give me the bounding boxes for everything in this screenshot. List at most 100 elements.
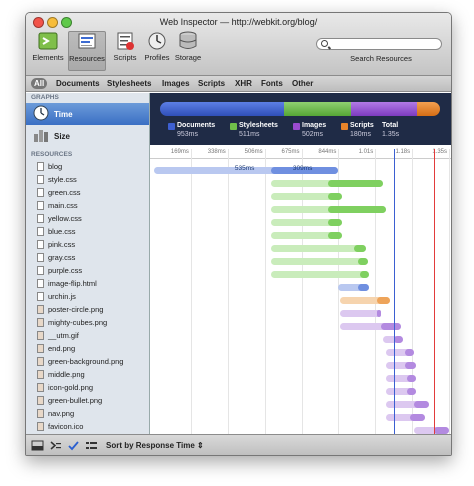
resource-list: blog style.css green.css main.css yellow.css… [26, 160, 149, 433]
file-icon [37, 188, 44, 197]
timeline-bar-response [376, 297, 390, 304]
resource-item[interactable]: mighty-cubes.png [26, 316, 149, 329]
timeline-bar[interactable] [385, 401, 430, 408]
scope-all[interactable]: All [31, 78, 48, 89]
timeline-bar[interactable] [270, 271, 370, 278]
graph-item-time[interactable]: Time [26, 103, 149, 125]
resource-item[interactable]: gray.css [26, 251, 149, 264]
scope-xhr[interactable]: XHR [232, 78, 255, 89]
sidebar: GRAPHS Time Size RESOURCES blog style.css… [26, 93, 150, 434]
timeline-bar[interactable] [270, 206, 386, 213]
image-file-icon [37, 396, 44, 405]
resource-item[interactable]: main.css [26, 199, 149, 212]
resource-name: main.css [48, 201, 78, 210]
clock-icon [33, 105, 49, 121]
file-icon [37, 266, 44, 275]
list-icon[interactable] [85, 440, 98, 451]
size-icon [33, 127, 49, 143]
toolbar-storage[interactable]: Storage [169, 31, 207, 71]
timeline-bar[interactable] [270, 232, 342, 239]
graph-item-size[interactable]: Size [26, 125, 149, 147]
timeline-bar[interactable] [385, 362, 417, 369]
resource-name: poster-circle.png [48, 305, 104, 314]
timeline-bar-response [381, 323, 401, 330]
scope-stylesheets[interactable]: Stylesheets [104, 78, 154, 89]
resource-item[interactable]: urchin.js [26, 290, 149, 303]
toolbar-resources[interactable]: Resources [68, 31, 106, 71]
timeline-bar[interactable] [270, 193, 342, 200]
toolbar-elements[interactable]: Elements [29, 31, 67, 71]
timeline-bar[interactable] [270, 219, 342, 226]
resource-item[interactable]: nav.png [26, 407, 149, 420]
timeline-bar-response [358, 284, 370, 291]
scope-images[interactable]: Images [159, 78, 193, 89]
file-icon [37, 227, 44, 236]
timeline-bar[interactable] [339, 297, 390, 304]
resource-item[interactable]: icon-gold.png [26, 381, 149, 394]
file-icon [37, 240, 44, 249]
timeline-bar[interactable] [339, 323, 401, 330]
resource-item[interactable]: __utm.gif [26, 329, 149, 342]
timeline-bar-response [414, 401, 430, 408]
scope-documents[interactable]: Documents [53, 78, 103, 89]
resource-item[interactable]: blue.css [26, 225, 149, 238]
scope-fonts[interactable]: Fonts [258, 78, 286, 89]
grid-line [190, 149, 192, 434]
search-input[interactable] [316, 38, 442, 50]
sort-select[interactable]: Sort by Response Time ⇕ [106, 441, 204, 450]
timeline-panel: Documents 953ms Stylesheets 511ms Images… [150, 93, 451, 434]
file-icon [37, 292, 44, 301]
resource-item[interactable]: green-background.png [26, 355, 149, 368]
resource-item[interactable]: green-bullet.png [26, 394, 149, 407]
timeline-bar[interactable] [383, 336, 404, 343]
timeline-bar[interactable] [385, 375, 417, 382]
resource-item[interactable]: image-flip.html [26, 277, 149, 290]
timeline-bar[interactable] [385, 414, 425, 421]
checkmark-icon[interactable] [67, 440, 80, 451]
grid-line [264, 149, 266, 434]
dock-icon[interactable] [31, 440, 44, 451]
image-file-icon [37, 409, 44, 418]
resource-name: favicon.ico [48, 422, 84, 431]
timeline-bar[interactable] [337, 284, 370, 291]
resource-item[interactable]: style.css [26, 173, 149, 186]
file-icon [37, 279, 44, 288]
resource-item[interactable]: green.css [26, 186, 149, 199]
load-event-line [433, 149, 435, 434]
resource-item[interactable]: middle.png [26, 368, 149, 381]
timeline-bar[interactable] [385, 388, 417, 395]
resource-item[interactable]: purple.css [26, 264, 149, 277]
timeline-bar[interactable] [385, 349, 415, 356]
resource-item[interactable]: end.png [26, 342, 149, 355]
file-icon [37, 162, 44, 171]
timeline-bar[interactable] [270, 180, 384, 187]
scope-other[interactable]: Other [289, 78, 316, 89]
resource-item[interactable]: yellow.css [26, 212, 149, 225]
graph-label-size: Size [54, 132, 71, 141]
resource-item[interactable]: favicon.ico [26, 420, 149, 433]
web-inspector-window: Web Inspector — http://webkit.org/blog/ … [25, 12, 452, 456]
resource-name: mighty-cubes.png [48, 318, 108, 327]
resource-item[interactable]: blog [26, 160, 149, 173]
bar-duration-label: 309ms [292, 165, 313, 172]
status-bar: Sort by Response Time ⇕ [26, 434, 451, 455]
timeline-bar-response [358, 258, 369, 265]
timeline-bar[interactable] [339, 310, 382, 317]
graph-label-time: Time [54, 110, 73, 119]
scope-scripts[interactable]: Scripts [195, 78, 228, 89]
timeline-bar-response [407, 375, 417, 382]
window-title: Web Inspector — http://webkit.org/blog/ [159, 17, 318, 27]
grid-line [375, 149, 377, 434]
timeline-bar-response [376, 310, 382, 317]
timeline-bar-response [327, 180, 384, 187]
timeline-bar[interactable] [270, 258, 369, 265]
grid-line [449, 149, 450, 434]
resource-item[interactable]: poster-circle.png [26, 303, 149, 316]
console-icon[interactable] [49, 440, 62, 451]
summary-graph: Documents 953ms Stylesheets 511ms Images… [150, 93, 451, 145]
resource-item[interactable]: pink.css [26, 238, 149, 251]
image-file-icon [37, 422, 44, 431]
timeline-bar[interactable] [414, 427, 449, 434]
image-file-icon [37, 383, 44, 392]
timeline-bar[interactable] [270, 245, 366, 252]
